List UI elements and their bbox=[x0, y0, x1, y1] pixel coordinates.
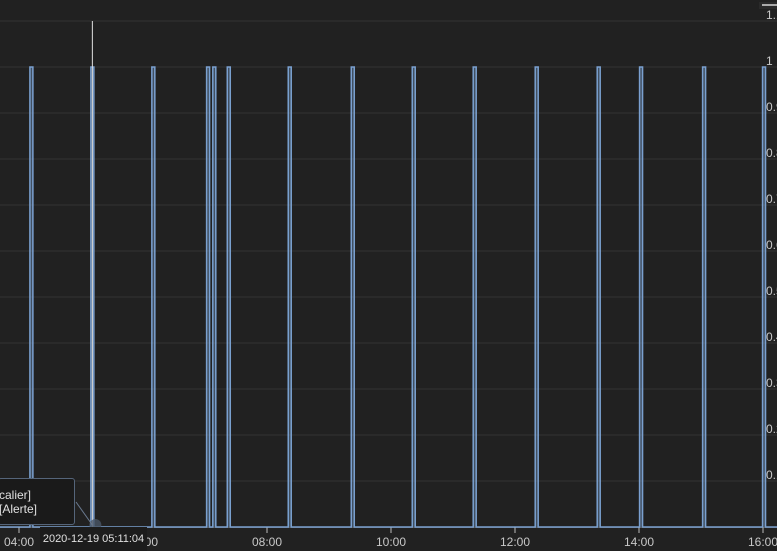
y-tick-label: 0.6 bbox=[766, 238, 777, 252]
x-tick-label: 16:00 bbox=[748, 535, 777, 549]
spike bbox=[597, 67, 601, 527]
y-tick-label: 0.3 bbox=[766, 376, 777, 390]
spike bbox=[206, 67, 210, 527]
spike bbox=[702, 67, 706, 527]
x-tick-label: 04:00 bbox=[4, 535, 34, 549]
y-tick-label: 1.1 bbox=[766, 8, 777, 22]
spike bbox=[227, 67, 231, 527]
tooltip-connector bbox=[75, 501, 93, 526]
spike bbox=[151, 67, 155, 527]
y-tick-label: 0.4 bbox=[766, 330, 777, 344]
spike bbox=[473, 67, 477, 527]
y-tick-label: 0.5 bbox=[766, 284, 777, 298]
x-tick-label: 12:00 bbox=[500, 535, 530, 549]
x-tick-label: 14:00 bbox=[624, 535, 654, 549]
spike bbox=[412, 67, 416, 527]
x-tick-label: 10:00 bbox=[376, 535, 406, 549]
tooltip-text: calier][Alerte] bbox=[0, 487, 38, 516]
spike bbox=[535, 67, 539, 527]
y-tick-label: 0.1 bbox=[766, 468, 777, 482]
y-tick-label: 1 bbox=[766, 54, 773, 68]
tooltip: calier][Alerte] bbox=[0, 478, 75, 525]
spike bbox=[29, 67, 33, 527]
spike bbox=[212, 67, 216, 527]
spike bbox=[351, 67, 355, 527]
spike bbox=[288, 67, 292, 527]
chart: 0.10.20.30.40.50.60.70.80.911.104:0006:0… bbox=[0, 8, 777, 549]
y-tick-label: 0.2 bbox=[766, 422, 777, 436]
y-tick-label: 0.8 bbox=[766, 146, 777, 160]
cursor-time-label: 2020-12-19 05:11:04 bbox=[40, 527, 147, 551]
x-tick-label: 08:00 bbox=[252, 535, 282, 549]
spike bbox=[762, 67, 766, 527]
menu-handle[interactable] bbox=[759, 2, 777, 9]
y-tick-label: 0.9 bbox=[766, 100, 777, 114]
y-tick-label: 0.7 bbox=[766, 192, 777, 206]
spike bbox=[639, 67, 643, 527]
